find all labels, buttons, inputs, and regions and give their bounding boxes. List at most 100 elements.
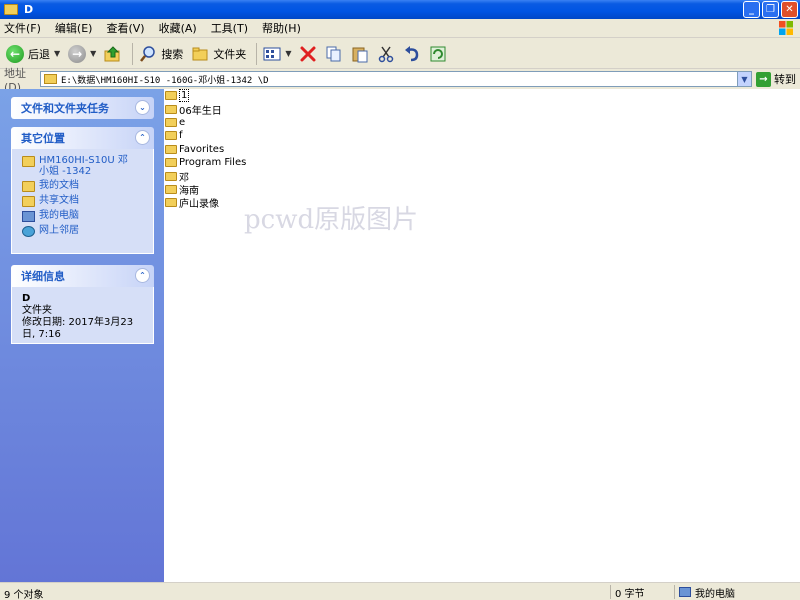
file-tasks-header[interactable]: 文件和文件夹任务 ⌄ (11, 97, 154, 119)
computer-icon (679, 587, 691, 597)
list-item[interactable]: e (164, 116, 800, 129)
file-name: e (179, 116, 186, 128)
copy-button[interactable] (325, 45, 343, 63)
menu-help[interactable]: 帮助(H) (262, 20, 301, 36)
list-item[interactable]: 06年生日 (164, 102, 800, 117)
folder-icon (165, 131, 177, 141)
views-icon (263, 47, 281, 60)
chevron-down-icon[interactable]: ▼ (54, 49, 60, 58)
folders-button[interactable]: 文件夹 (191, 45, 246, 63)
details-header[interactable]: 详细信息 ⌃ (11, 265, 154, 287)
folders-icon (192, 47, 208, 60)
expand-icon[interactable]: ⌄ (135, 100, 150, 115)
delete-icon (300, 46, 316, 61)
list-item[interactable]: 海南 (164, 183, 800, 197)
other-places-panel: 其它位置 ⌃ HM160HI-S10U 邓小姐 -1342 我的文档 共享文档 … (11, 127, 154, 254)
file-tasks-title: 文件和文件夹任务 (21, 102, 109, 115)
network-icon (22, 226, 35, 237)
menu-tools[interactable]: 工具(T) (211, 20, 248, 36)
folder-icon (22, 156, 35, 167)
folder-icon (165, 104, 177, 114)
forward-button[interactable]: → ▼ (68, 44, 96, 63)
paste-button[interactable] (351, 45, 369, 63)
folder-icon (165, 158, 177, 168)
list-item[interactable]: 邓 (164, 169, 800, 184)
folder-up-icon (104, 45, 120, 61)
status-location: 我的电脑 (695, 588, 735, 600)
menu-file[interactable]: 文件(F) (4, 20, 41, 36)
list-item[interactable]: 1 (164, 89, 800, 103)
sync-button[interactable] (429, 45, 447, 63)
menu-bar: 文件(F) 编辑(E) 查看(V) 收藏(A) 工具(T) 帮助(H) (0, 19, 800, 38)
other-places-body: HM160HI-S10U 邓小姐 -1342 我的文档 共享文档 我的电脑 网上… (11, 149, 154, 254)
status-size: 0 字节 (615, 588, 645, 600)
refresh-icon (430, 46, 446, 61)
task-pane: 文件和文件夹任务 ⌄ 其它位置 ⌃ HM160HI-S10U 邓小姐 -1342… (0, 89, 164, 582)
cut-button[interactable] (377, 45, 395, 63)
place-my-computer[interactable]: 我的电脑 (22, 210, 145, 222)
search-icon (140, 45, 156, 62)
toolbar: ← 后退 ▼ → ▼ 搜索 文件夹 ▼ (0, 39, 800, 69)
folder-icon (4, 4, 18, 15)
menu-favorites[interactable]: 收藏(A) (159, 20, 197, 36)
file-name: Program Files (179, 157, 247, 169)
details-name: D (22, 293, 31, 304)
folder-icon (22, 181, 35, 192)
place-label: 我的文档 (39, 180, 79, 191)
undo-button[interactable] (403, 45, 421, 63)
views-button[interactable]: ▼ (263, 45, 291, 63)
forward-arrow-icon: → (68, 44, 87, 63)
go-arrow-icon: → (756, 71, 771, 87)
folder-icon (22, 196, 35, 207)
collapse-icon[interactable]: ⌃ (135, 268, 150, 283)
scissors-icon (379, 46, 394, 62)
chevron-down-icon[interactable]: ▼ (90, 49, 96, 58)
paste-icon (352, 47, 368, 62)
place-label: 网上邻居 (39, 225, 79, 236)
list-item[interactable]: Program Files (164, 156, 800, 169)
address-input[interactable]: E:\数据\HM160HI-S10 -160G-邓小姐-1342 \D ▼ (40, 71, 752, 87)
address-path: E:\数据\HM160HI-S10 -160G-邓小姐-1342 \D (61, 75, 269, 86)
details-panel: 详细信息 ⌃ D 文件夹 修改日期: 2017年3月23日, 7:16 (11, 265, 154, 344)
toolbar-separator (256, 42, 258, 65)
minimize-button[interactable]: _ (743, 1, 760, 18)
file-name: 06年生日 (179, 105, 222, 117)
copy-icon (326, 46, 341, 61)
other-places-header[interactable]: 其它位置 ⌃ (11, 127, 154, 149)
place-drive-folder[interactable]: HM160HI-S10U 邓小姐 -1342 (22, 155, 145, 177)
file-name: 庐山录像 (179, 199, 219, 211)
file-name: f (179, 130, 183, 142)
list-item[interactable]: Favorites (164, 143, 800, 156)
windows-logo-icon (779, 21, 793, 35)
place-shared-documents[interactable]: 共享文档 (22, 195, 145, 207)
watermark: pcwd原版图片 (244, 205, 419, 235)
details-title: 详细信息 (21, 270, 65, 283)
title-bar: D _ ❐ ✕ (0, 0, 800, 19)
folder-icon (165, 184, 177, 194)
collapse-icon[interactable]: ⌃ (135, 130, 150, 145)
list-item[interactable]: f (164, 129, 800, 142)
toolbar-separator (132, 42, 134, 65)
folder-icon (165, 117, 177, 127)
place-my-documents[interactable]: 我的文档 (22, 180, 145, 192)
up-button[interactable] (104, 45, 122, 63)
chevron-down-icon[interactable]: ▼ (285, 49, 291, 58)
place-network[interactable]: 网上邻居 (22, 225, 145, 237)
maximize-button[interactable]: ❐ (762, 1, 779, 18)
menu-edit[interactable]: 编辑(E) (55, 20, 93, 36)
details-modified: 修改日期: 2017年3月23日, 7:16 (22, 317, 134, 340)
delete-button[interactable] (299, 45, 317, 63)
back-button[interactable]: ← 后退 ▼ (6, 44, 60, 63)
search-button[interactable]: 搜索 (139, 45, 183, 63)
window-title: D (24, 3, 34, 16)
go-label: 转到 (774, 73, 796, 86)
window-controls: _ ❐ ✕ (743, 1, 798, 18)
place-label: 共享文档 (39, 195, 79, 206)
close-button[interactable]: ✕ (781, 1, 798, 18)
menu-view[interactable]: 查看(V) (106, 20, 144, 36)
status-bar: 9 个对象 0 字节 我的电脑 (0, 582, 800, 600)
back-arrow-icon: ← (6, 44, 24, 63)
computer-icon (22, 211, 35, 222)
go-button[interactable]: → 转到 (756, 71, 796, 87)
chevron-down-icon[interactable]: ▼ (737, 72, 751, 86)
